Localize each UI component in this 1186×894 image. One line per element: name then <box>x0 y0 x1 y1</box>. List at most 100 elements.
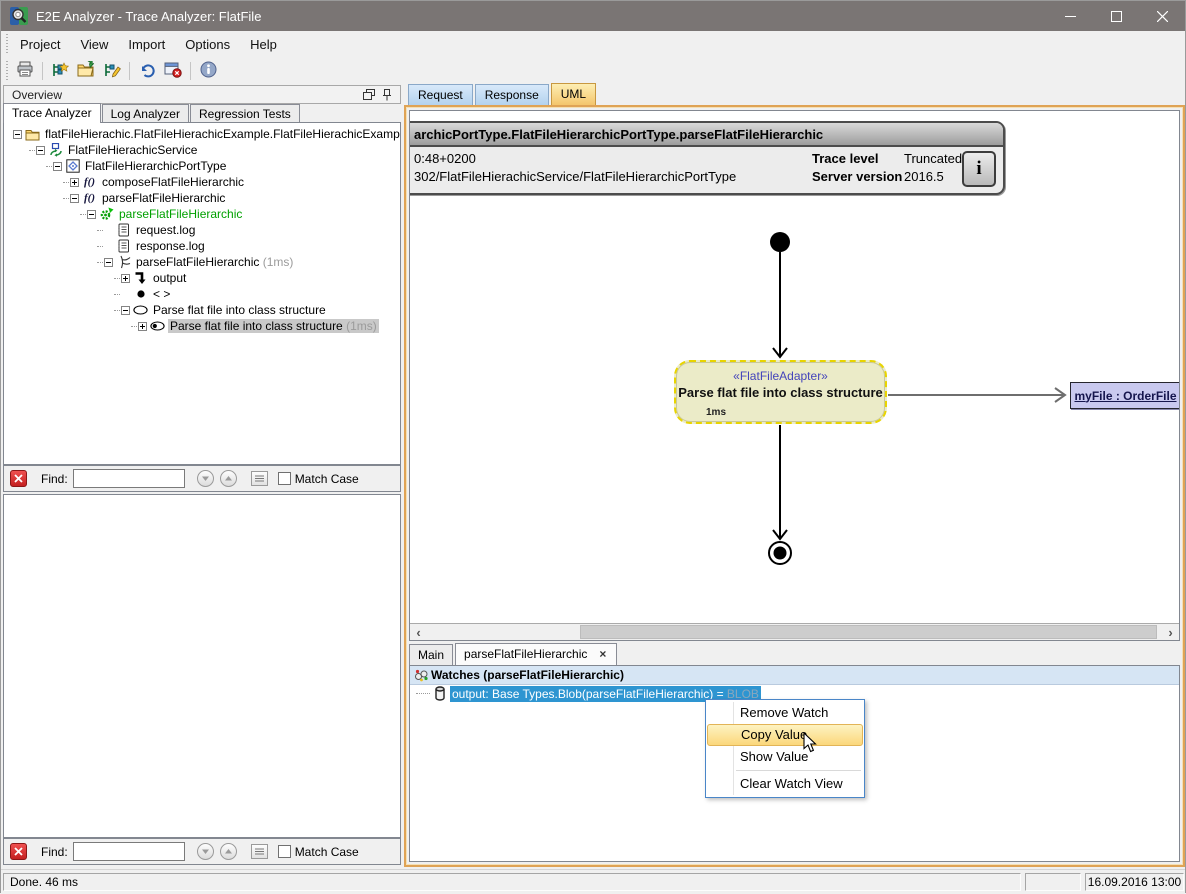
edit-trace-button[interactable] <box>99 60 125 82</box>
uml-diagram-canvas[interactable]: archicPortType.FlatFileHierarchicPortTyp… <box>409 110 1180 641</box>
tab-response[interactable]: Response <box>475 84 549 105</box>
tab-log-analyzer[interactable]: Log Analyzer <box>102 104 189 123</box>
open-trace-button[interactable] <box>73 60 99 82</box>
overview-title: Overview <box>12 88 360 102</box>
tree-item-label: flatFileHierachic.FlatFileHierachicExamp… <box>43 127 401 141</box>
tree-connector <box>29 150 35 151</box>
maximize-button[interactable] <box>1093 1 1139 31</box>
tree-item-parseflatfilehierarchic[interactable]: parseFlatFileHierarchic (1ms) <box>4 254 400 270</box>
find-options-button[interactable] <box>251 471 268 486</box>
minimize-button[interactable] <box>1047 1 1093 31</box>
match-case-checkbox[interactable] <box>278 472 291 485</box>
find-options-button[interactable] <box>251 844 268 859</box>
tree-item-parseflatfilehierarchic[interactable]: parseFlatFileHierarchic <box>4 206 400 222</box>
tree-item-flatfilehierachic-flatfilehierachicexample-flatfilehierachicexample[interactable]: flatFileHierachic.FlatFileHierachicExamp… <box>4 126 400 142</box>
function-icon: f() <box>82 191 97 205</box>
tab-regression-tests[interactable]: Regression Tests <box>190 104 300 123</box>
server-version-label: Server version <box>812 168 904 186</box>
context-menu-item-copy-value[interactable]: Copy Value <box>707 724 863 746</box>
close-tab-icon[interactable]: × <box>597 647 608 661</box>
chevron-right-icon[interactable]: › <box>1162 624 1179 640</box>
tree-item-[interactable]: < > <box>4 286 400 302</box>
find-next-button[interactable] <box>197 470 214 487</box>
expander-minus-icon[interactable] <box>104 258 113 267</box>
context-menu-item-remove-watch[interactable]: Remove Watch <box>707 702 863 724</box>
trace-header-meta: Trace levelTruncated Server version2016.… <box>812 150 962 186</box>
expander-minus-icon[interactable] <box>87 210 96 219</box>
tree-item-request-log[interactable]: request.log <box>4 222 400 238</box>
undo-button[interactable] <box>134 60 160 82</box>
tree-connector <box>97 246 103 247</box>
tree-item-text: parseFlatFileHierarchic <box>136 255 259 269</box>
expander-minus-icon[interactable] <box>53 162 62 171</box>
context-menu-items: Remove WatchCopy ValueShow Value Clear Wa… <box>706 702 864 795</box>
diagram-horizontal-scrollbar[interactable]: ‹ › <box>410 623 1179 640</box>
tree-item-text: Parse flat file into class structure <box>153 303 326 317</box>
tree-item-label: request.log <box>134 223 197 237</box>
expander-minus-icon[interactable] <box>121 306 130 315</box>
subtab-parseflatfilehierarchic[interactable]: parseFlatFileHierarchic× <box>455 643 617 665</box>
close-button[interactable] <box>1139 1 1185 31</box>
porttype-icon <box>65 159 80 173</box>
activity-node-parse-flat-file[interactable]: «FlatFileAdapter» Parse flat file into c… <box>674 360 887 424</box>
tree-item-text: flatFileHierachic.FlatFileHierachicExamp… <box>45 127 401 141</box>
find-previous-button[interactable] <box>220 843 237 860</box>
expander-plus-icon[interactable] <box>70 178 79 187</box>
tree-item-parseflatfilehierarchic[interactable]: f()parseFlatFileHierarchic <box>4 190 400 206</box>
function-icon: f() <box>82 175 97 189</box>
tree-connector <box>46 166 52 167</box>
expander-plus-icon[interactable] <box>138 322 147 331</box>
tree-item-parse-flat-file-into-class-structure[interactable]: Parse flat file into class structure (1m… <box>4 318 400 334</box>
menu-options[interactable]: Options <box>175 33 240 56</box>
tree-item-flatfilehierarchicporttype[interactable]: FlatFileHierarchicPortType <box>4 158 400 174</box>
toolbar <box>1 58 1185 83</box>
expander-minus-icon[interactable] <box>70 194 79 203</box>
watches-icon <box>413 668 428 682</box>
menu-project[interactable]: Project <box>10 33 70 56</box>
trace-info-button[interactable]: i <box>962 151 996 187</box>
subtab-main[interactable]: Main <box>409 644 453 665</box>
close-trace-view-button[interactable] <box>160 60 186 82</box>
toolbar-separator <box>190 62 191 80</box>
find-previous-button[interactable] <box>220 470 237 487</box>
info-button[interactable] <box>195 60 221 82</box>
import-trace-button[interactable] <box>47 60 73 82</box>
print-button[interactable] <box>12 60 38 82</box>
pin-panel-icon[interactable] <box>378 87 396 102</box>
tree-item-flatfilehierachicservice[interactable]: FlatFileHierachicService <box>4 142 400 158</box>
tab-uml[interactable]: UML <box>551 83 596 105</box>
tree-item-text: output <box>153 271 186 285</box>
find-input[interactable] <box>73 842 185 861</box>
menu-view[interactable]: View <box>70 33 118 56</box>
tree-item-parse-flat-file-into-class-structure[interactable]: Parse flat file into class structure <box>4 302 400 318</box>
chevron-left-icon[interactable]: ‹ <box>410 624 427 640</box>
menu-help[interactable]: Help <box>240 33 287 56</box>
tree-item-output[interactable]: output <box>4 270 400 286</box>
object-node-myfile[interactable]: myFile : OrderFile <box>1070 382 1180 409</box>
expander-plus-icon[interactable] <box>121 274 130 283</box>
tree-connector <box>97 230 103 231</box>
trace-header-line1: 0:48+0200 <box>414 150 736 168</box>
expander-minus-icon[interactable] <box>36 146 45 155</box>
tree-item-response-log[interactable]: response.log <box>4 238 400 254</box>
trace-tree: flatFileHierachic.FlatFileHierachicExamp… <box>3 122 401 465</box>
close-find-button[interactable] <box>10 843 27 860</box>
expander-minus-icon[interactable] <box>13 130 22 139</box>
menu-import[interactable]: Import <box>118 33 175 56</box>
match-case-checkbox[interactable] <box>278 845 291 858</box>
tree-item-composeflatfilehierarchic[interactable]: f()composeFlatFileHierarchic <box>4 174 400 190</box>
find-next-button[interactable] <box>197 843 214 860</box>
find-input[interactable] <box>73 469 185 488</box>
float-panel-icon[interactable] <box>360 87 378 102</box>
tab-request[interactable]: Request <box>408 84 473 105</box>
close-find-button[interactable] <box>10 470 27 487</box>
trace-header-body: 0:48+0200 302/FlatFileHierachicService/F… <box>409 147 1003 191</box>
context-menu-item-clear-watch-view[interactable]: Clear Watch View <box>707 773 863 795</box>
watch-expression: output: Base Types.Blob(parseFlatFileHie… <box>452 687 727 701</box>
scrollbar-thumb[interactable] <box>580 625 1157 639</box>
context-menu-item-show-value[interactable]: Show Value <box>707 746 863 768</box>
tab-trace-analyzer[interactable]: Trace Analyzer <box>3 103 101 123</box>
undo-icon <box>138 61 156 81</box>
tree-connector <box>131 326 137 327</box>
match-case-label: Match Case <box>295 472 359 486</box>
